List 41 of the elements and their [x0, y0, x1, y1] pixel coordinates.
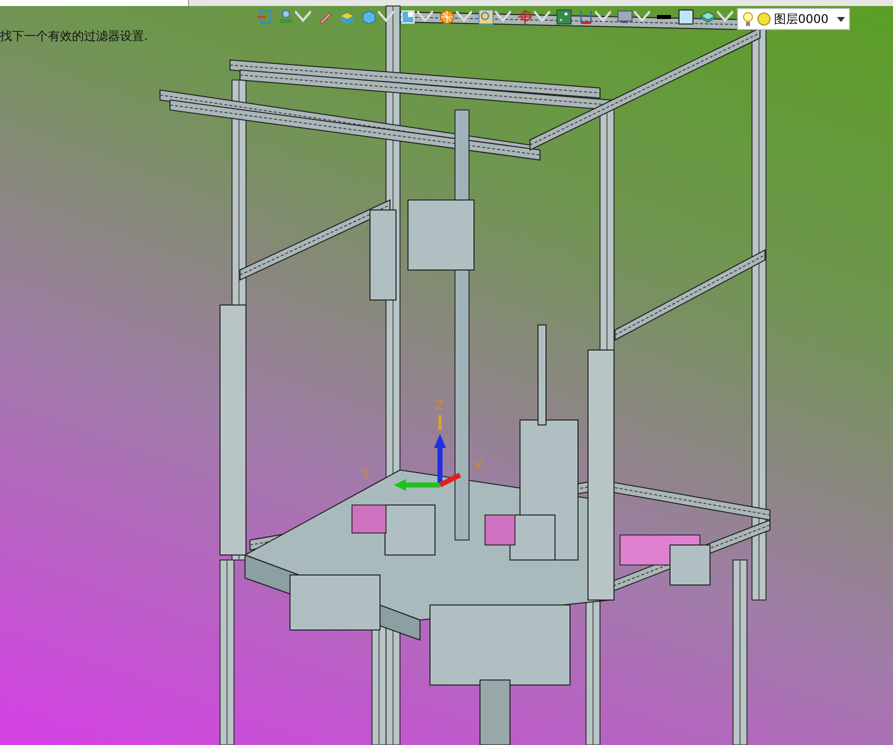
- layers-icon: [700, 9, 716, 25]
- caret-icon: [595, 9, 611, 25]
- view-icon: [400, 9, 416, 25]
- monitor-tool-button[interactable]: [617, 9, 650, 25]
- bracket-icon: [578, 9, 594, 25]
- sphere-tool-button[interactable]: [439, 9, 472, 25]
- view-tool-button[interactable]: [400, 9, 433, 25]
- axis-label: Z: [435, 399, 444, 414]
- snap-icon: [556, 9, 572, 25]
- circle-icon: [757, 12, 771, 26]
- caret-icon: [495, 9, 511, 25]
- caret-icon: [417, 9, 433, 25]
- cube-icon: [361, 9, 377, 25]
- caret-icon: [378, 9, 394, 25]
- lightbulb-icon: [742, 11, 754, 27]
- square-icon: [678, 9, 694, 25]
- layers-tool-button[interactable]: [700, 9, 733, 25]
- caret-icon: [456, 9, 472, 25]
- bracket-tool-button[interactable]: [578, 9, 611, 25]
- axis-label: X: [474, 459, 483, 474]
- caret-icon: [837, 16, 845, 22]
- axis-triad-icon: [394, 415, 462, 491]
- zoom-tool-button[interactable]: [478, 9, 511, 25]
- caret-icon: [534, 9, 550, 25]
- snap-tool-button[interactable]: [556, 9, 572, 25]
- status-message: 找下一个有效的过滤器设置.: [0, 28, 148, 45]
- layer-dropdown[interactable]: 图层0000: [737, 8, 850, 30]
- caret-icon: [717, 9, 733, 25]
- caret-icon: [634, 9, 650, 25]
- target-icon: [517, 9, 533, 25]
- sphere-icon: [439, 9, 455, 25]
- monitor-icon: [617, 9, 633, 25]
- target-tool-button[interactable]: [517, 9, 550, 25]
- lamp-icon: [278, 9, 294, 25]
- caret-icon: [295, 9, 311, 25]
- cube-tool-button[interactable]: [361, 9, 394, 25]
- exit-icon: [256, 9, 272, 25]
- zoom-icon: [478, 9, 494, 25]
- axis-label: Y: [362, 467, 370, 482]
- lamp-tool-button[interactable]: [278, 9, 311, 25]
- square-tool-button[interactable]: [678, 9, 694, 25]
